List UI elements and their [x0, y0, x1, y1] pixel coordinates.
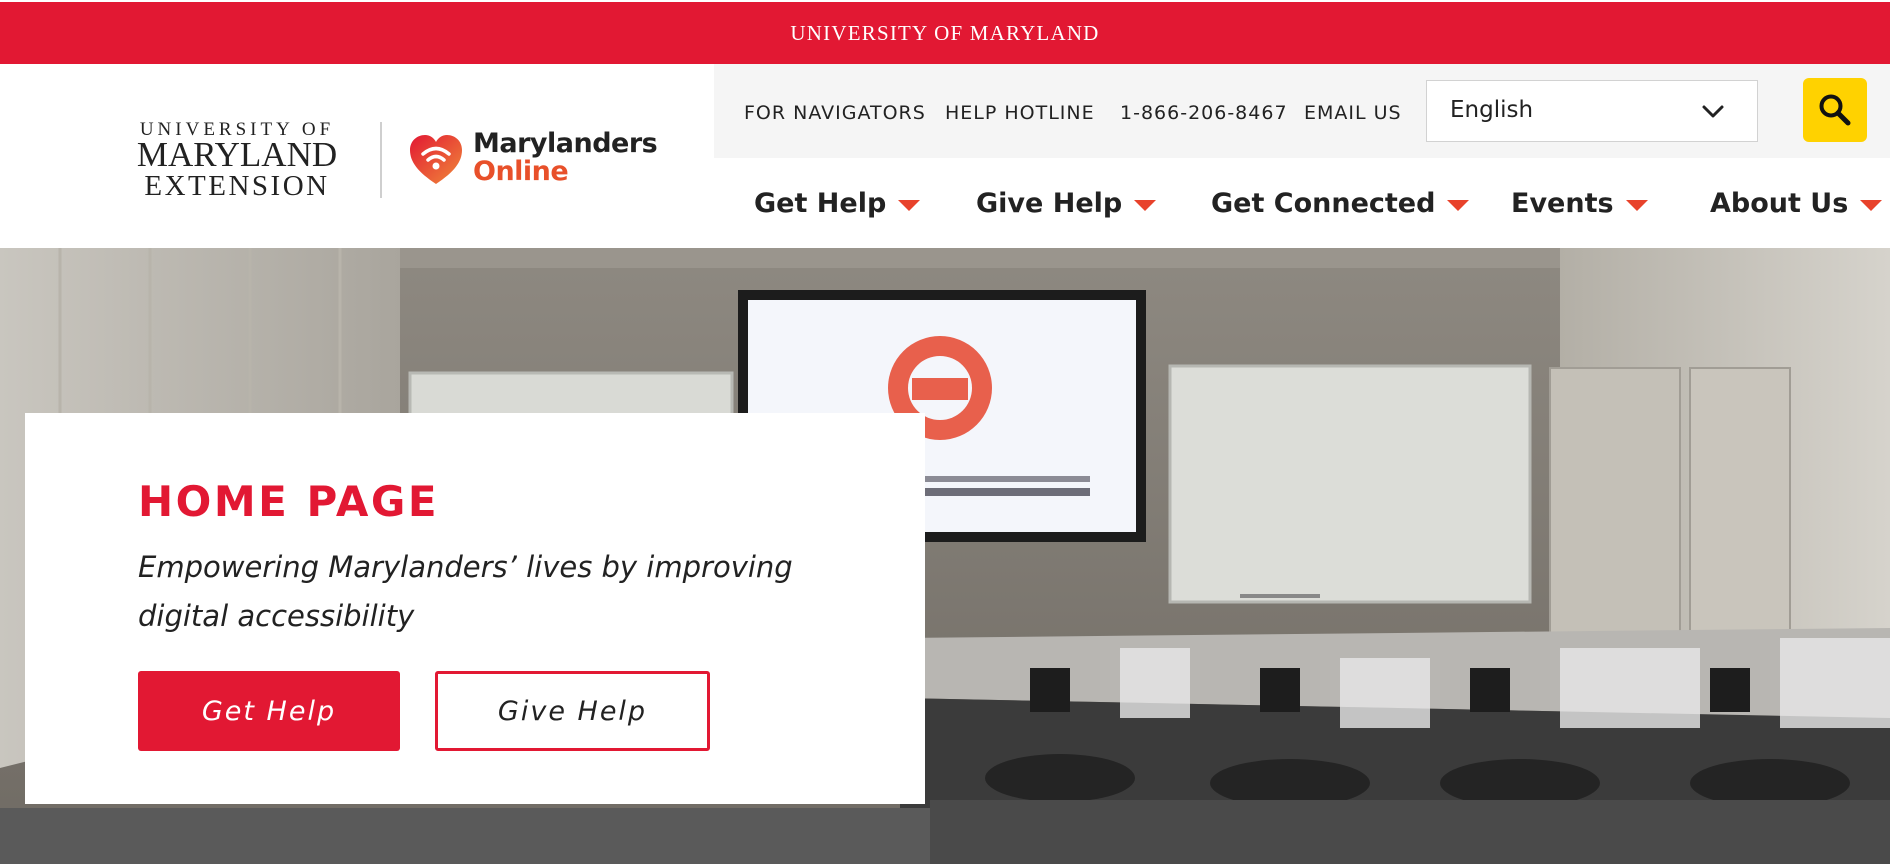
- nav-give-help[interactable]: Give Help: [976, 188, 1157, 219]
- language-select[interactable]: English: [1426, 80, 1758, 142]
- nav-events[interactable]: Events: [1511, 188, 1648, 219]
- page-title: HOME PAGE: [138, 477, 440, 526]
- umd-top-bar-title[interactable]: UNIVERSITY OF MARYLAND: [790, 21, 1099, 46]
- search-icon: [1819, 94, 1851, 126]
- help-hotline-link[interactable]: HELP HOTLINE: [945, 102, 1095, 124]
- caret-down-icon: [898, 199, 921, 211]
- get-help-button[interactable]: Get Help: [138, 671, 400, 751]
- give-help-button-label: Give Help: [497, 695, 648, 727]
- nav-about-us-label: About Us: [1710, 188, 1849, 219]
- nav-get-help-label: Get Help: [754, 188, 887, 219]
- umd-top-bar[interactable]: UNIVERSITY OF MARYLAND: [0, 0, 1890, 64]
- nav-give-help-label: Give Help: [976, 188, 1123, 219]
- hero-card: HOME PAGE Empowering Marylanders’ lives …: [25, 413, 925, 804]
- get-help-button-label: Get Help: [201, 695, 337, 727]
- wifi-heart-icon: [410, 135, 462, 184]
- umd-extension-logo[interactable]: UNIVERSITY OF MARYLAND EXTENSION: [122, 120, 352, 204]
- hero-section: HOME PAGE Empowering Marylanders’ lives …: [0, 248, 1890, 864]
- caret-down-icon: [1134, 199, 1157, 211]
- nav-get-help[interactable]: Get Help: [754, 188, 921, 219]
- for-navigators-link[interactable]: FOR NAVIGATORS: [744, 102, 926, 124]
- caret-down-icon: [1860, 199, 1883, 211]
- phone-number-link[interactable]: 1-866-206-8467: [1120, 102, 1288, 124]
- nav-events-label: Events: [1511, 188, 1614, 219]
- site-logo[interactable]: UNIVERSITY OF MARYLAND EXTENSION Marylan…: [122, 120, 658, 204]
- caret-down-icon: [1447, 199, 1470, 211]
- hero-tagline: Empowering Marylanders’ lives by improvi…: [138, 550, 793, 633]
- logo-line-maryland: MARYLAND: [136, 135, 338, 174]
- wordmark-marylanders: Marylanders: [473, 128, 658, 159]
- chevron-down-icon: [1702, 105, 1724, 118]
- site-header: UNIVERSITY OF MARYLAND EXTENSION Marylan…: [0, 64, 1890, 248]
- main-navigation: Get Help Give Help Get Connected Events …: [714, 158, 1890, 248]
- nav-get-connected-label: Get Connected: [1211, 188, 1436, 219]
- nav-about-us[interactable]: About Us: [1710, 188, 1883, 219]
- logo-line-extension: EXTENSION: [144, 170, 330, 202]
- logo-divider: [380, 122, 382, 198]
- email-us-link[interactable]: EMAIL US: [1304, 102, 1402, 124]
- caret-down-icon: [1625, 199, 1648, 211]
- marylanders-online-wordmark: Marylanders Online: [473, 128, 658, 187]
- language-select-value: English: [1450, 97, 1534, 123]
- utility-bar: FOR NAVIGATORS HELP HOTLINE 1-866-206-84…: [714, 64, 1890, 158]
- nav-get-connected[interactable]: Get Connected: [1211, 188, 1470, 219]
- give-help-button[interactable]: Give Help: [435, 671, 710, 751]
- wordmark-online: Online: [473, 156, 569, 187]
- search-button[interactable]: [1803, 78, 1867, 142]
